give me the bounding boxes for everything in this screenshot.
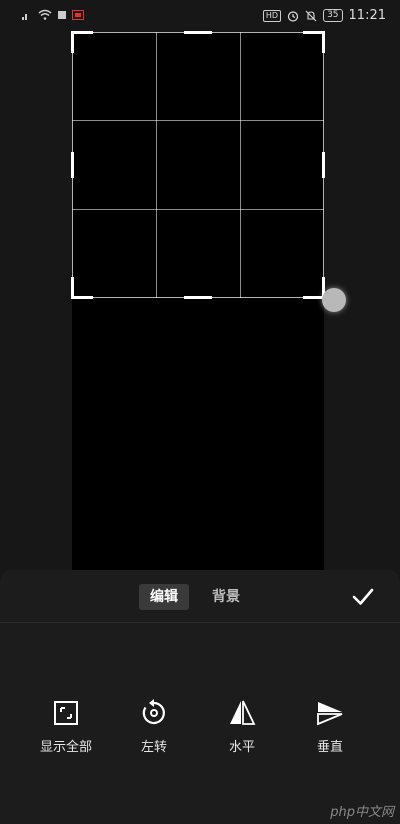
tab-edit[interactable]: 编辑	[139, 584, 189, 610]
corner-handle-top-left[interactable]	[71, 31, 74, 53]
corner-handle-top-left[interactable]	[71, 31, 93, 34]
flip-horizontal-icon	[230, 700, 256, 725]
grid-line	[240, 32, 241, 298]
grid-line	[156, 32, 157, 298]
wifi-icon	[38, 9, 52, 20]
stop-icon	[58, 10, 66, 19]
edge-handle-left[interactable]	[71, 152, 74, 178]
corner-handle-top-right[interactable]	[322, 31, 325, 53]
signal-icon	[22, 13, 27, 20]
flip-vertical-label: 垂直	[316, 740, 343, 755]
show-all-button[interactable]: 显示全部	[26, 698, 106, 755]
corner-handle-bottom-left[interactable]	[71, 296, 93, 299]
tab-background[interactable]: 背景	[201, 584, 251, 610]
rotate-left-icon	[142, 699, 165, 725]
flip-vertical-button[interactable]: 垂直	[290, 698, 370, 755]
crop-border	[72, 32, 324, 298]
watermark: php中文网	[330, 805, 394, 820]
edge-handle-top[interactable]	[184, 31, 212, 34]
flip-horizontal-label: 水平	[228, 740, 255, 755]
confirm-check-icon[interactable]	[350, 584, 376, 610]
rotate-left-button[interactable]: 左转	[114, 698, 194, 755]
mute-icon	[305, 10, 317, 21]
rotate-left-label: 左转	[140, 740, 167, 755]
edge-handle-right[interactable]	[322, 152, 325, 178]
tab-bar: 编辑 背景	[0, 570, 400, 623]
clock: 11:21	[348, 8, 386, 23]
show-all-icon	[54, 701, 78, 725]
edge-handle-bottom[interactable]	[184, 296, 212, 299]
flip-vertical-icon	[317, 702, 343, 726]
edit-panel: 编辑 背景 显示全部 左转 水平 垂直 php中文网	[0, 570, 400, 824]
battery-indicator: 35	[323, 9, 343, 22]
status-bar: HD 35 11:21	[0, 0, 400, 32]
cast-icon	[72, 9, 84, 20]
hd-badge: HD	[262, 9, 282, 22]
show-all-label: 显示全部	[39, 740, 92, 755]
grid-line	[72, 209, 324, 210]
flip-horizontal-button[interactable]: 水平	[202, 698, 282, 755]
drag-knob[interactable]	[322, 288, 346, 312]
grid-line	[72, 120, 324, 121]
crop-frame[interactable]	[71, 31, 325, 299]
alarm-icon	[287, 10, 299, 22]
corner-handle-bottom-left[interactable]	[71, 277, 74, 299]
